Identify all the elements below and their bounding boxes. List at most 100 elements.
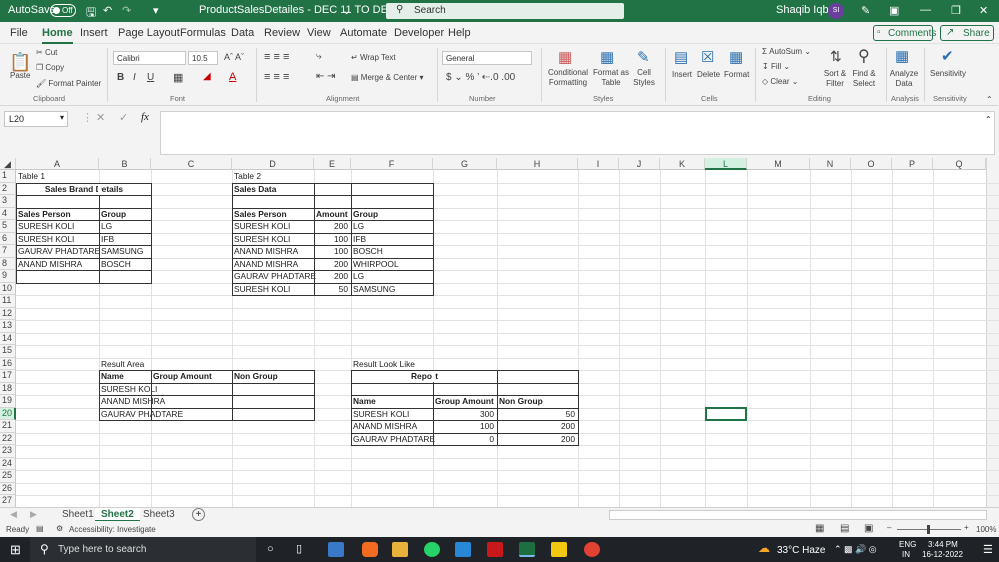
row-header-21[interactable]: 21	[0, 420, 16, 433]
tab-page-layout[interactable]: Page Layout	[118, 27, 180, 39]
formula-input[interactable]	[160, 111, 995, 155]
row-header-11[interactable]: 11	[0, 295, 16, 308]
column-header-m[interactable]: M	[747, 158, 810, 170]
app-icon-red[interactable]	[487, 542, 503, 557]
power-bi-icon[interactable]	[551, 542, 567, 557]
file-explorer-icon[interactable]	[392, 542, 408, 557]
delete-cells-icon[interactable]: ☒	[701, 48, 714, 66]
font-name-select[interactable]: Calibri	[113, 51, 186, 65]
indent-icon[interactable]: ⇤ ⇥	[316, 71, 336, 82]
notifications-icon[interactable]: ☰	[983, 543, 993, 556]
page-layout-view-icon[interactable]: ▤	[840, 523, 849, 534]
share-button[interactable]: ↗ Share	[940, 25, 994, 41]
paste-button[interactable]: Paste	[10, 71, 30, 80]
column-header-h[interactable]: H	[497, 158, 578, 170]
analyze-data-button[interactable]: Analyze Data	[889, 69, 919, 89]
chrome-icon[interactable]	[584, 542, 600, 557]
number-format-select[interactable]: General	[442, 51, 532, 65]
whatsapp-icon[interactable]	[424, 542, 440, 557]
format-cells-button[interactable]: Format	[724, 70, 749, 79]
brave-icon[interactable]	[362, 542, 378, 557]
row-header-27[interactable]: 27	[0, 495, 16, 507]
row-header-22[interactable]: 22	[0, 432, 16, 445]
analyze-data-icon[interactable]: ▦	[895, 47, 909, 65]
tab-view[interactable]: View	[307, 27, 331, 39]
align-top-icon[interactable]: ≡ ≡ ≡	[264, 51, 289, 63]
prev-sheet-icon[interactable]: ◀	[10, 509, 17, 520]
sensitivity-icon[interactable]: ✔	[941, 47, 954, 65]
row-header-14[interactable]: 14	[0, 332, 16, 345]
row-header-1[interactable]: 1	[0, 170, 16, 183]
row-header-20[interactable]: 20	[0, 407, 16, 420]
font-size-buttons[interactable]: Aˆ Aˇ	[224, 52, 244, 62]
app-icon[interactable]	[328, 542, 344, 557]
cut-button[interactable]: ✂ Cut	[36, 48, 57, 57]
conditional-formatting-icon[interactable]: ▦	[558, 48, 572, 66]
tab-home[interactable]: Home	[42, 27, 73, 44]
enter-icon[interactable]: ✓	[119, 111, 128, 124]
row-header-3[interactable]: 3	[0, 195, 16, 208]
font-color-icon[interactable]: A	[229, 71, 236, 83]
pen-icon[interactable]: ✎	[861, 4, 870, 17]
row-header-5[interactable]: 5	[0, 220, 16, 233]
accessibility-status[interactable]: Accessibility: Investigate	[69, 525, 156, 534]
fill-button[interactable]: ↧ Fill ⌄	[762, 62, 790, 71]
column-header-i[interactable]: I	[578, 158, 619, 170]
zoom-out-icon[interactable]: –	[887, 523, 891, 532]
format-painter-button[interactable]: 🖌 Format Painter	[36, 79, 101, 88]
redo-icon[interactable]: ↷	[122, 4, 131, 17]
italic-button[interactable]: I	[133, 72, 136, 83]
sheet-tab-sheet3[interactable]: Sheet3	[137, 508, 181, 522]
insert-cells-button[interactable]: Insert	[672, 70, 692, 79]
windows-start-icon[interactable]: ⊞	[10, 542, 21, 558]
vscode-icon[interactable]	[455, 542, 471, 557]
column-header-l[interactable]: L	[705, 158, 747, 170]
ribbon-display-icon[interactable]: ▣	[889, 4, 899, 17]
align-left-icon[interactable]: ≡ ≡ ≡	[264, 71, 289, 83]
cell-f16[interactable]: Result Look Like	[352, 358, 415, 370]
format-cells-icon[interactable]: ▦	[729, 48, 743, 66]
underline-button[interactable]: U	[147, 72, 154, 83]
cell-a1[interactable]: Table 1	[17, 170, 45, 182]
currency-icon[interactable]: $ ⌄ % ’ ⇠.0 .00	[446, 72, 515, 83]
row-header-19[interactable]: 19	[0, 395, 16, 408]
select-all-corner[interactable]: ◢	[0, 158, 16, 170]
row-header-2[interactable]: 2	[0, 182, 16, 195]
format-as-table-icon[interactable]: ▦	[600, 48, 614, 66]
merge-center-button[interactable]: ▤ Merge & Center ▾	[351, 73, 424, 82]
weather-text[interactable]: 33°C Haze	[777, 545, 825, 556]
undo-icon[interactable]: ↶	[103, 4, 112, 17]
row-header-12[interactable]: 12	[0, 307, 16, 320]
sort-filter-icon[interactable]: ⇅	[830, 48, 842, 65]
paste-icon[interactable]: 📋	[9, 52, 31, 73]
row-header-7[interactable]: 7	[0, 245, 16, 258]
sheet-tab-sheet1[interactable]: Sheet1	[56, 508, 100, 522]
autosum-button[interactable]: Σ AutoSum ⌄	[762, 47, 811, 56]
font-size-select[interactable]: 10.5	[188, 51, 218, 65]
cortana-icon[interactable]: ○	[267, 543, 274, 555]
minimize-icon[interactable]: —	[920, 4, 931, 16]
excel-icon[interactable]	[519, 542, 535, 557]
expand-formula-icon[interactable]: ⌃	[985, 115, 992, 124]
worksheet-grid[interactable]: ◢ A B C D E F G H I J K L M N O P Q 1234…	[0, 158, 999, 507]
language-line1[interactable]: ENG	[899, 540, 916, 549]
normal-view-icon[interactable]: ▦	[815, 523, 824, 534]
name-box-dropdown-icon[interactable]: ▾	[60, 113, 64, 122]
row-header-15[interactable]: 15	[0, 345, 16, 358]
insert-function-button[interactable]: fx	[141, 111, 149, 123]
taskbar-search[interactable]: ⚲ Type here to search	[30, 537, 256, 562]
selected-cell-l20[interactable]	[705, 407, 747, 421]
find-icon[interactable]: ⚲	[858, 46, 870, 66]
bold-button[interactable]: B	[117, 72, 124, 83]
row-header-8[interactable]: 8	[0, 257, 16, 270]
fill-color-icon[interactable]: ◢	[203, 71, 211, 82]
row-header-4[interactable]: 4	[0, 207, 16, 220]
chevron-down-icon[interactable]: ⌄	[342, 4, 351, 17]
cell-styles-icon[interactable]: ✎	[637, 48, 650, 66]
avatar[interactable]: SI	[828, 3, 844, 19]
tab-developer[interactable]: Developer	[394, 27, 444, 39]
find-select-button[interactable]: Find & Select	[849, 69, 879, 89]
collapse-ribbon-icon[interactable]: ⌃	[986, 95, 993, 104]
sheet-tab-sheet2[interactable]: Sheet2	[95, 508, 140, 522]
column-header-d[interactable]: D	[232, 158, 314, 170]
